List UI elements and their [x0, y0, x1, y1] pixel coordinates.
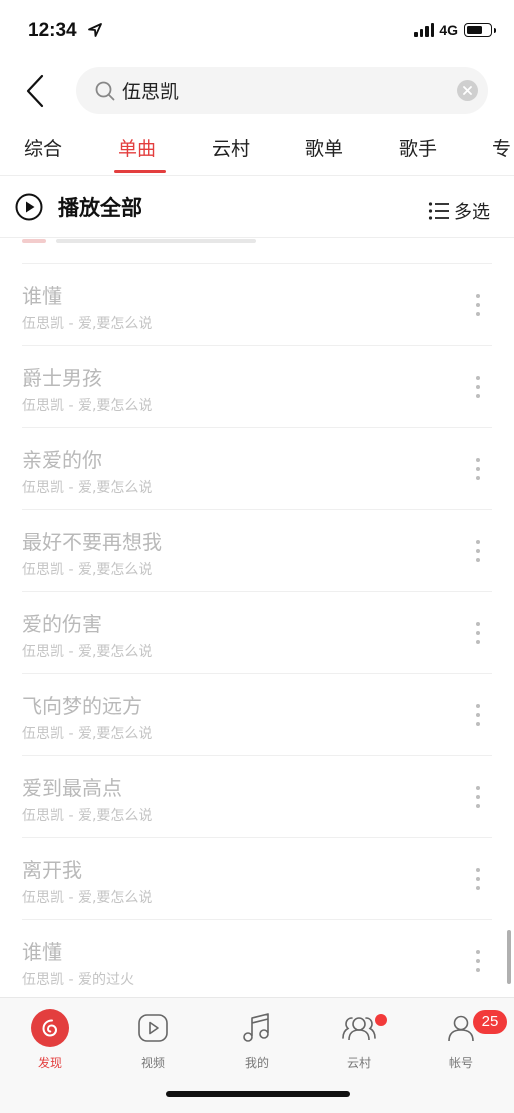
song-item[interactable]: 爱的伤害 伍思凯 - 爱,要怎么说	[22, 591, 492, 673]
song-artist-album: 伍思凯 - 爱,要怎么说	[22, 562, 153, 578]
song-artist-album: 伍思凯 - 爱,要怎么说	[22, 808, 153, 824]
song-title: 爵士男孩	[22, 366, 102, 390]
song-artist-album: 伍思凯 - 爱,要怎么说	[22, 480, 153, 496]
nav-cloud-village[interactable]: 云村	[319, 1008, 399, 1072]
song-item[interactable]: 爵士男孩 伍思凯 - 爱,要怎么说	[22, 345, 492, 427]
clear-button[interactable]	[457, 80, 478, 101]
play-all-label: 播放全部	[58, 196, 142, 220]
signal-icon	[414, 23, 435, 37]
battery-level	[467, 26, 482, 34]
song-title: 爱到最高点	[22, 776, 122, 800]
nav-label: 我的	[244, 1056, 269, 1070]
play-all-bar: 播放全部 多选	[0, 184, 514, 238]
play-circle-icon	[15, 193, 43, 221]
song-title: 谁懂	[22, 284, 62, 308]
nav-my-music[interactable]: 我的	[217, 1008, 297, 1072]
song-title: 飞向梦的远方	[22, 694, 142, 718]
scrollbar[interactable]	[507, 930, 511, 984]
tab-artists[interactable]: 歌手	[399, 134, 437, 161]
bottom-nav: 发现 视频 我的 云村 25 帐号	[0, 997, 514, 1113]
nav-label: 视频	[140, 1056, 165, 1070]
song-title: 离开我	[22, 858, 82, 882]
song-item[interactable]: 最好不要再想我 伍思凯 - 爱,要怎么说	[22, 509, 492, 591]
song-item[interactable]: 离开我 伍思凯 - 爱,要怎么说	[22, 837, 492, 919]
search-tabs: 综合 单曲 云村 歌单 歌手 专	[0, 126, 514, 176]
battery-icon	[464, 23, 496, 37]
more-options-button[interactable]	[468, 456, 488, 482]
status-time: 12:34	[28, 20, 77, 41]
more-options-button[interactable]	[468, 620, 488, 646]
song-artist-album: 伍思凯 - 爱,要怎么说	[22, 726, 153, 742]
nav-label: 发现	[37, 1056, 62, 1070]
status-indicators: 4G	[414, 22, 496, 38]
music-note-icon	[243, 1013, 269, 1042]
chevron-left-icon	[26, 74, 44, 108]
song-item[interactable]: 谁懂 伍思凯 - 爱的过火	[22, 919, 492, 999]
more-options-button[interactable]	[468, 702, 488, 728]
play-all-button[interactable]: 播放全部	[14, 192, 142, 222]
nav-account[interactable]: 25 帐号	[421, 1008, 507, 1072]
more-options-button[interactable]	[468, 784, 488, 810]
notification-badge: 25	[473, 1010, 507, 1034]
nav-label: 帐号	[448, 1056, 473, 1070]
clear-icon	[463, 86, 472, 95]
more-options-button[interactable]	[468, 948, 488, 974]
more-options-button[interactable]	[468, 292, 488, 318]
video-icon	[138, 1014, 168, 1042]
partially-hidden-row	[22, 239, 262, 245]
search-icon	[95, 81, 115, 101]
more-options-button[interactable]	[468, 866, 488, 892]
list-icon	[428, 202, 449, 220]
account-icon	[448, 1015, 474, 1042]
active-tab-indicator	[114, 170, 166, 173]
song-title: 谁懂	[22, 940, 62, 964]
search-header	[0, 66, 514, 116]
song-artist-album: 伍思凯 - 爱,要怎么说	[22, 316, 153, 332]
song-artist-album: 伍思凯 - 爱,要怎么说	[22, 644, 153, 660]
song-artist-album: 伍思凯 - 爱,要怎么说	[22, 890, 153, 906]
more-options-button[interactable]	[468, 374, 488, 400]
nav-label: 云村	[346, 1056, 371, 1070]
song-item[interactable]: 亲爱的你 伍思凯 - 爱,要怎么说	[22, 427, 492, 509]
search-input[interactable]	[122, 67, 422, 114]
home-indicator[interactable]	[166, 1091, 350, 1097]
multi-select-label: 多选	[454, 202, 490, 223]
song-title: 爱的伤害	[22, 612, 102, 636]
location-arrow-icon	[88, 23, 102, 37]
tab-playlists[interactable]: 歌单	[305, 134, 343, 161]
song-item[interactable]: 谁懂 伍思凯 - 爱,要怎么说	[22, 263, 492, 345]
tab-albums[interactable]: 专	[492, 134, 511, 161]
notification-dot	[375, 1014, 387, 1026]
nav-discover[interactable]: 发现	[10, 1008, 90, 1072]
network-type: 4G	[439, 22, 458, 38]
nav-video[interactable]: 视频	[113, 1008, 193, 1072]
back-button[interactable]	[18, 72, 52, 110]
song-artist-album: 伍思凯 - 爱,要怎么说	[22, 398, 153, 414]
song-item[interactable]: 飞向梦的远方 伍思凯 - 爱,要怎么说	[22, 673, 492, 755]
song-title: 最好不要再想我	[22, 530, 162, 554]
community-icon	[342, 1017, 376, 1041]
song-title: 亲爱的你	[22, 448, 102, 472]
song-list: 谁懂 伍思凯 - 爱,要怎么说 爵士男孩 伍思凯 - 爱,要怎么说 亲爱的你 伍…	[0, 239, 514, 999]
tab-cloud-village[interactable]: 云村	[212, 134, 250, 161]
search-box[interactable]	[76, 67, 488, 114]
status-bar: 12:34 4G	[0, 0, 514, 62]
song-item[interactable]: 爱到最高点 伍思凯 - 爱,要怎么说	[22, 755, 492, 837]
tab-songs[interactable]: 单曲	[118, 134, 156, 161]
multi-select-button[interactable]: 多选	[428, 198, 490, 224]
more-options-button[interactable]	[468, 538, 488, 564]
tab-comprehensive[interactable]: 综合	[24, 134, 62, 161]
discover-icon	[31, 1009, 69, 1047]
song-artist-album: 伍思凯 - 爱的过火	[22, 972, 134, 988]
